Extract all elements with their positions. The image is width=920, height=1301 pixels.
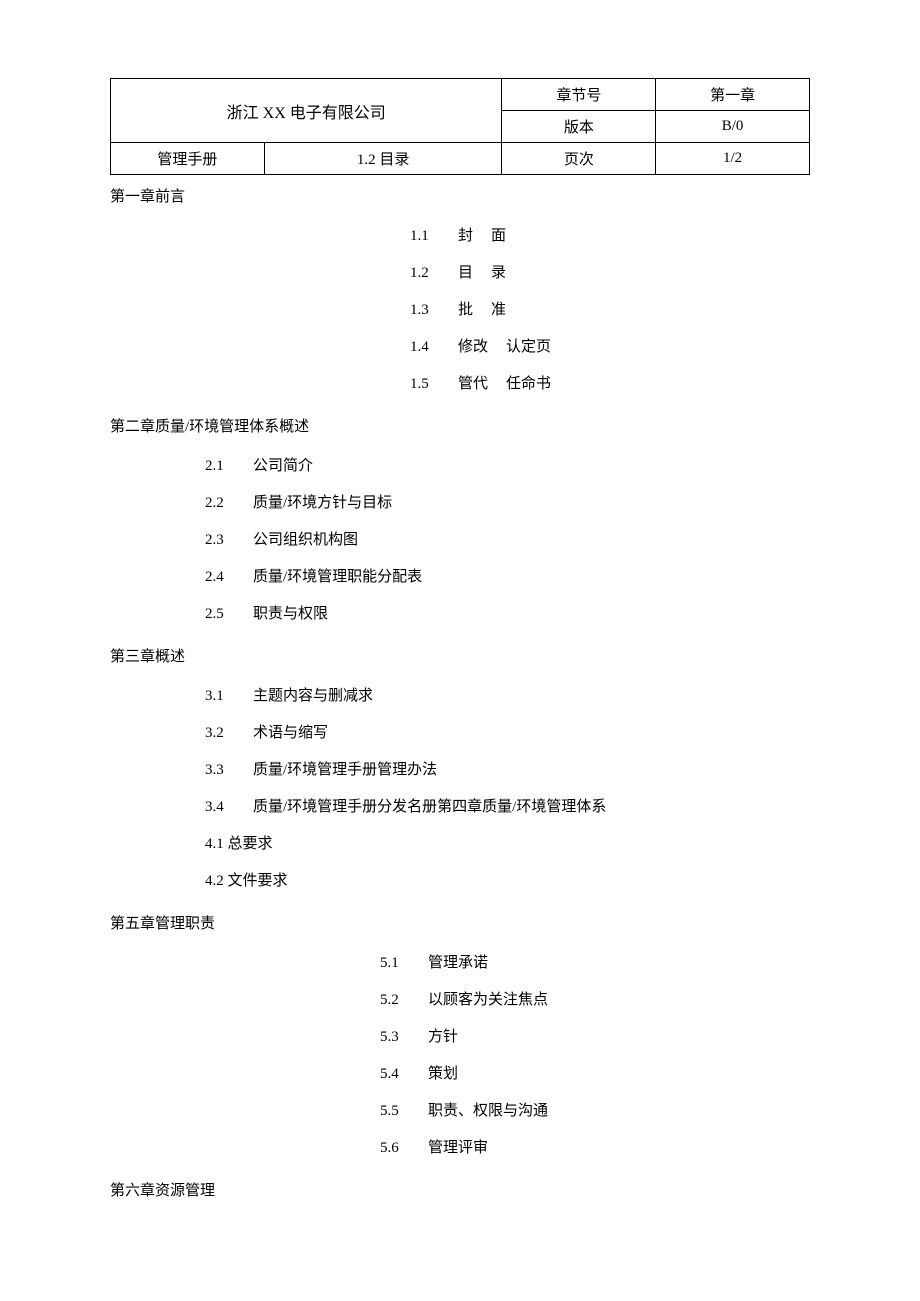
- ch3-items: 3.1 主题内容与删减求 3.2 术语与缩写 3.3 质量/环境管理手册管理办法…: [110, 684, 810, 890]
- toc-item: 5.5 职责、权限与沟通: [380, 1099, 810, 1120]
- chapter-value: 第一章: [656, 79, 810, 111]
- toc-item: 1.5 管代 任命书: [410, 372, 810, 393]
- toc-label: 管理评审: [428, 1136, 488, 1157]
- toc-label: 职责与权限: [253, 602, 328, 623]
- toc-item: 2.4 质量/环境管理职能分配表: [205, 565, 810, 586]
- toc-item: 3.4 质量/环境管理手册分发名册第四章质量/环境管理体系: [205, 795, 810, 816]
- toc-label: 质量/环境管理职能分配表: [253, 565, 422, 586]
- toc-num: 5.1: [380, 955, 428, 972]
- toc-num: 3.3: [205, 762, 253, 779]
- toc-label: 目 录: [458, 261, 506, 282]
- toc-item: 5.6 管理评审: [380, 1136, 810, 1157]
- toc-label: 批 准: [458, 298, 506, 319]
- toc-item: 2.5 职责与权限: [205, 602, 810, 623]
- toc-item: 3.1 主题内容与删减求: [205, 684, 810, 705]
- toc-num: 2.4: [205, 569, 253, 586]
- toc-item: 5.1 管理承诺: [380, 951, 810, 972]
- toc-item: 3.3 质量/环境管理手册管理办法: [205, 758, 810, 779]
- toc-label: 术语与缩写: [253, 721, 328, 742]
- toc-item: 2.1 公司简介: [205, 454, 810, 475]
- ch2-title: 第二章质量/环境管理体系概述: [110, 415, 810, 436]
- toc-label: 4.2 文件要求: [205, 869, 288, 890]
- document-page: 浙江 XX 电子有限公司 章节号 第一章 版本 B/0 管理手册 1.2 目录 …: [0, 0, 920, 1278]
- toc-label: 以顾客为关注焦点: [428, 988, 548, 1009]
- toc-num: 1.1: [410, 228, 458, 245]
- toc-item: 5.2 以顾客为关注焦点: [380, 988, 810, 1009]
- header-table: 浙江 XX 电子有限公司 章节号 第一章 版本 B/0 管理手册 1.2 目录 …: [110, 78, 810, 175]
- toc-label: 管理承诺: [428, 951, 488, 972]
- toc-num: 2.3: [205, 532, 253, 549]
- toc-label: 方针: [428, 1025, 458, 1046]
- toc-num: 2.1: [205, 458, 253, 475]
- page-label: 页次: [502, 143, 656, 175]
- toc-num: 3.4: [205, 799, 253, 816]
- toc-item: 1.4 修改 认定页: [410, 335, 810, 356]
- toc-label: 质量/环境管理手册管理办法: [253, 758, 437, 779]
- doc-label: 管理手册: [111, 143, 265, 175]
- toc-num: 1.4: [410, 339, 458, 356]
- toc-label: 公司组织机构图: [253, 528, 358, 549]
- toc-item: 5.4 策划: [380, 1062, 810, 1083]
- toc-item: 5.3 方针: [380, 1025, 810, 1046]
- toc-num: 5.4: [380, 1066, 428, 1083]
- toc-label: 管代 任命书: [458, 372, 551, 393]
- toc-num: 5.6: [380, 1140, 428, 1157]
- version-value: B/0: [656, 111, 810, 143]
- toc-label: 策划: [428, 1062, 458, 1083]
- toc-num: 5.5: [380, 1103, 428, 1120]
- toc-num: 3.1: [205, 688, 253, 705]
- toc-num: 2.5: [205, 606, 253, 623]
- toc-label: 职责、权限与沟通: [428, 1099, 548, 1120]
- toc-item: 2.3 公司组织机构图: [205, 528, 810, 549]
- ch5-items: 5.1 管理承诺 5.2 以顾客为关注焦点 5.3 方针 5.4 策划 5.5 …: [110, 951, 810, 1157]
- chapter-label: 章节号: [502, 79, 656, 111]
- ch3-title: 第三章概述: [110, 645, 810, 666]
- ch2-items: 2.1 公司简介 2.2 质量/环境方针与目标 2.3 公司组织机构图 2.4 …: [110, 454, 810, 623]
- toc-label: 修改 认定页: [458, 335, 551, 356]
- toc-item: 4.1 总要求: [205, 832, 810, 853]
- toc-label: 4.1 总要求: [205, 832, 273, 853]
- toc-label: 质量/环境方针与目标: [253, 491, 392, 512]
- version-label: 版本: [502, 111, 656, 143]
- toc-item: 1.1 封 面: [410, 224, 810, 245]
- toc-item: 1.3 批 准: [410, 298, 810, 319]
- company-name: 浙江 XX 电子有限公司: [111, 79, 502, 143]
- ch1-items: 1.1 封 面 1.2 目 录 1.3 批 准 1.4 修改 认定页: [110, 224, 810, 393]
- toc-num: 1.5: [410, 376, 458, 393]
- ch1-title: 第一章前言: [110, 185, 810, 206]
- page-value: 1/2: [656, 143, 810, 175]
- toc-num: 5.2: [380, 992, 428, 1009]
- toc-item: 4.2 文件要求: [205, 869, 810, 890]
- toc-label: 质量/环境管理手册分发名册第四章质量/环境管理体系: [253, 795, 606, 816]
- toc-label: 公司简介: [253, 454, 313, 475]
- toc-num: 1.3: [410, 302, 458, 319]
- toc-item: 2.2 质量/环境方针与目标: [205, 491, 810, 512]
- toc-num: 1.2: [410, 265, 458, 282]
- section-title: 1.2 目录: [264, 143, 502, 175]
- ch6-title: 第六章资源管理: [110, 1179, 810, 1200]
- toc-num: 3.2: [205, 725, 253, 742]
- toc-item: 1.2 目 录: [410, 261, 810, 282]
- ch5-title: 第五章管理职责: [110, 912, 810, 933]
- toc-label: 封 面: [458, 224, 506, 245]
- toc-num: 2.2: [205, 495, 253, 512]
- toc-item: 3.2 术语与缩写: [205, 721, 810, 742]
- toc-num: 5.3: [380, 1029, 428, 1046]
- toc-label: 主题内容与删减求: [253, 684, 373, 705]
